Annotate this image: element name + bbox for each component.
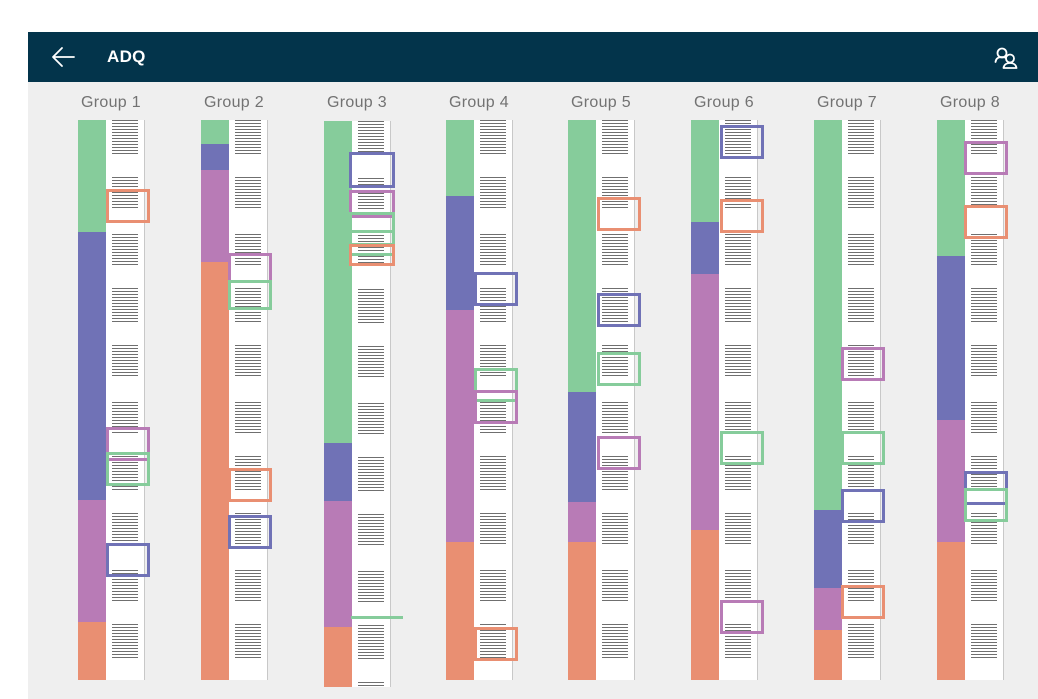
segment-block[interactable] xyxy=(446,310,474,542)
users-button[interactable] xyxy=(993,45,1019,71)
group-label: Group 5 xyxy=(571,94,631,111)
segment-block[interactable] xyxy=(78,232,106,500)
segment-block[interactable] xyxy=(446,196,474,310)
annotation-box[interactable] xyxy=(720,199,764,233)
annotation-line[interactable] xyxy=(351,616,403,619)
segment-block[interactable] xyxy=(814,120,842,510)
segment-block[interactable] xyxy=(937,120,965,256)
segment-color-bar xyxy=(937,120,965,680)
annotation-box[interactable] xyxy=(474,390,518,424)
annotation-box[interactable] xyxy=(597,197,641,231)
groups-area: Group 1 Group 2 Group 3 Group 4 Group 5 Group… xyxy=(28,82,1038,699)
group-label: Group 2 xyxy=(204,94,264,111)
annotation-box[interactable] xyxy=(597,352,641,386)
segment-block[interactable] xyxy=(937,256,965,420)
segment-block[interactable] xyxy=(446,542,474,680)
annotation-box[interactable] xyxy=(474,272,518,306)
annotation-box[interactable] xyxy=(720,600,764,634)
segment-block[interactable] xyxy=(201,170,229,262)
segment-block[interactable] xyxy=(568,120,596,392)
annotation-box[interactable] xyxy=(841,347,885,381)
annotation-box[interactable] xyxy=(597,436,641,470)
segment-block[interactable] xyxy=(814,510,842,588)
segment-block[interactable] xyxy=(201,144,229,170)
segment-block[interactable] xyxy=(201,120,229,144)
annotation-box[interactable] xyxy=(228,253,272,283)
segment-block[interactable] xyxy=(78,120,106,232)
segment-block[interactable] xyxy=(324,121,352,443)
annotation-box[interactable] xyxy=(964,488,1008,522)
segment-block[interactable] xyxy=(691,120,719,222)
segment-block[interactable] xyxy=(568,502,596,542)
segment-block[interactable] xyxy=(324,627,352,687)
segment-block[interactable] xyxy=(324,443,352,501)
group-label: Group 8 xyxy=(940,94,1000,111)
app-window: ADQ Group 1 Group 2 Group 3 Group 4 Group 5G… xyxy=(28,32,1038,699)
document-thumbnail xyxy=(229,120,268,680)
segment-block[interactable] xyxy=(446,120,474,196)
annotation-box[interactable] xyxy=(720,431,764,465)
top-bar: ADQ xyxy=(28,32,1038,82)
annotation-box[interactable] xyxy=(841,431,885,465)
segment-block[interactable] xyxy=(691,222,719,274)
back-button[interactable] xyxy=(50,45,76,69)
segment-color-bar xyxy=(814,120,842,680)
annotation-box[interactable] xyxy=(106,452,150,486)
annotation-box[interactable] xyxy=(228,280,272,310)
segment-block[interactable] xyxy=(814,588,842,630)
segment-block[interactable] xyxy=(568,392,596,502)
segment-color-bar xyxy=(78,120,106,680)
annotation-box[interactable] xyxy=(597,293,641,327)
segment-color-bar xyxy=(568,120,596,680)
segment-block[interactable] xyxy=(324,501,352,627)
annotation-box[interactable] xyxy=(720,125,764,159)
segment-color-bar xyxy=(324,121,352,687)
segment-color-bar xyxy=(691,120,719,680)
document-strip[interactable] xyxy=(201,120,268,680)
segment-block[interactable] xyxy=(78,622,106,680)
group-label: Group 6 xyxy=(694,94,754,111)
annotation-box[interactable] xyxy=(474,627,518,661)
annotation-box[interactable] xyxy=(349,152,395,188)
segment-block[interactable] xyxy=(201,262,229,680)
annotation-box[interactable] xyxy=(964,205,1008,239)
segment-block[interactable] xyxy=(814,630,842,680)
segment-block[interactable] xyxy=(937,542,965,680)
group-label: Group 1 xyxy=(81,94,141,111)
segment-block[interactable] xyxy=(78,500,106,622)
annotation-box[interactable] xyxy=(228,515,272,549)
annotation-box[interactable] xyxy=(841,585,885,619)
segment-color-bar xyxy=(446,120,474,680)
users-icon xyxy=(994,47,1018,69)
segment-block[interactable] xyxy=(691,274,719,530)
annotation-box[interactable] xyxy=(841,489,885,523)
group-label: Group 4 xyxy=(449,94,509,111)
document-thumbnail xyxy=(965,120,1004,680)
document-strip[interactable] xyxy=(937,120,1004,680)
segment-block[interactable] xyxy=(691,530,719,680)
annotation-box[interactable] xyxy=(106,189,150,223)
arrow-left-icon xyxy=(52,47,75,67)
annotation-box[interactable] xyxy=(349,244,395,266)
annotation-box[interactable] xyxy=(106,543,150,577)
app-title: ADQ xyxy=(107,47,146,66)
annotation-box[interactable] xyxy=(964,141,1008,175)
annotation-box[interactable] xyxy=(228,468,272,502)
segment-block[interactable] xyxy=(568,542,596,680)
segment-block[interactable] xyxy=(937,420,965,542)
group-label: Group 7 xyxy=(817,94,877,111)
group-label: Group 3 xyxy=(327,94,387,111)
segment-color-bar xyxy=(201,120,229,680)
